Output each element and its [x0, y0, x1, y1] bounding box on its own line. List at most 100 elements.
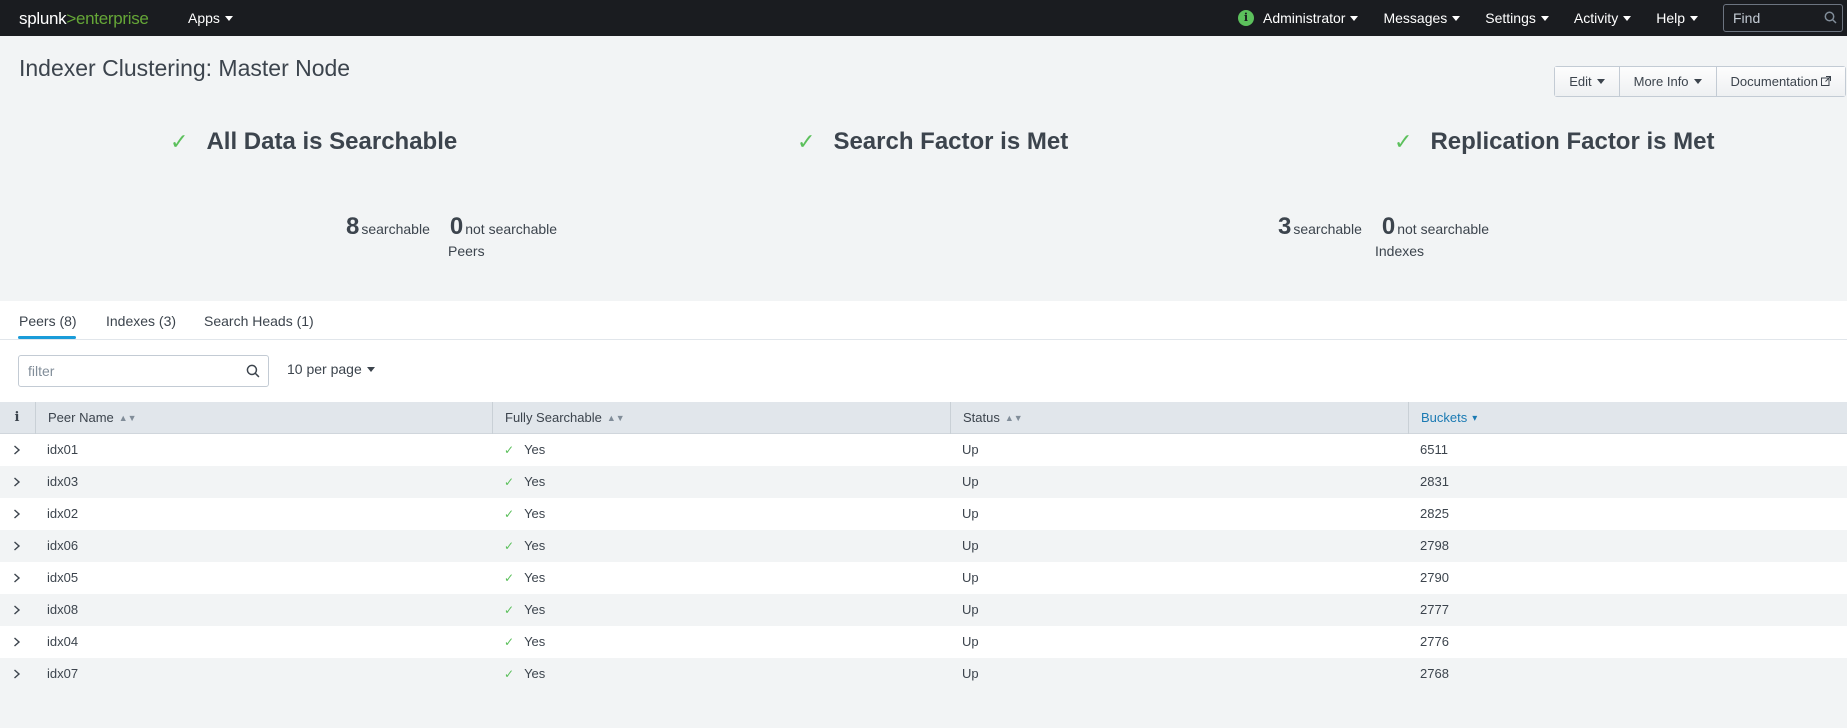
- checkmark-icon: ✓: [504, 443, 515, 457]
- table-row[interactable]: idx06 ✓ Yes Up 2798: [0, 530, 1847, 562]
- indexes-not-searchable-count: 0: [1381, 213, 1396, 240]
- search-factor-status: ✓ Search Factor is Met: [797, 128, 1068, 156]
- data-searchable-label: All Data is Searchable: [206, 128, 458, 155]
- status-header-label: Status: [963, 410, 1000, 425]
- search-icon: [246, 364, 260, 381]
- expand-row-chevron-right-icon[interactable]: [0, 658, 34, 690]
- search-factor-label: Search Factor is Met: [833, 128, 1069, 155]
- fully-searchable-value: Yes: [524, 506, 546, 521]
- expand-row-chevron-right-icon[interactable]: [0, 594, 34, 626]
- edit-button-label: Edit: [1569, 74, 1592, 89]
- fully-searchable-cell: ✓ Yes: [504, 562, 545, 594]
- fully-searchable-cell: ✓ Yes: [504, 434, 545, 466]
- table-row[interactable]: idx02 ✓ Yes Up 2825: [0, 498, 1847, 530]
- indexes-caption: Indexes: [1375, 243, 1425, 259]
- status-cell: Up: [962, 538, 979, 553]
- per-page-dropdown[interactable]: 10 per page: [287, 361, 375, 377]
- info-icon[interactable]: i: [1237, 10, 1254, 26]
- more-info-button[interactable]: More Info: [1619, 67, 1717, 96]
- indexes-stats: 3 searchable 0 not searchable: [1278, 213, 1509, 241]
- checkmark-icon: ✓: [504, 667, 515, 681]
- peers-searchable-count: 8: [346, 213, 360, 240]
- peer-name-cell: idx01: [47, 442, 79, 457]
- status-cell: Up: [962, 474, 979, 489]
- external-link-icon: [1821, 74, 1831, 89]
- table-row[interactable]: idx01 ✓ Yes Up 6511: [0, 434, 1847, 466]
- peer-name-cell: idx05: [47, 570, 79, 585]
- tab-peers[interactable]: Peers (8): [19, 313, 77, 329]
- activity-menu[interactable]: Activity: [1574, 10, 1632, 26]
- settings-menu[interactable]: Settings: [1485, 10, 1549, 26]
- administrator-menu-label: Administrator: [1262, 10, 1346, 26]
- table-body: idx01 ✓ Yes Up 6511 idx03 ✓ Yes Up 2831 idx02 ✓ Yes U…: [0, 434, 1847, 690]
- apps-menu[interactable]: Apps: [188, 10, 233, 26]
- filter-placeholder: filter: [28, 363, 55, 379]
- checkmark-icon: ✓: [504, 475, 515, 489]
- buckets-cell: 2798: [1420, 538, 1449, 553]
- indexes-searchable-label: searchable: [1293, 221, 1362, 237]
- documentation-button[interactable]: Documentation: [1716, 67, 1845, 96]
- fully-searchable-value: Yes: [524, 666, 546, 681]
- table-row[interactable]: idx07 ✓ Yes Up 2768: [0, 658, 1847, 690]
- fully-searchable-header-label: Fully Searchable: [505, 410, 602, 425]
- peers-searchable-label: searchable: [361, 221, 430, 237]
- find-search-input[interactable]: Find: [1723, 4, 1843, 32]
- fully-searchable-value: Yes: [524, 442, 546, 457]
- messages-menu-label: Messages: [1383, 10, 1448, 26]
- administrator-menu[interactable]: Administrator: [1262, 10, 1359, 26]
- table-row[interactable]: idx04 ✓ Yes Up 2776: [0, 626, 1847, 658]
- sort-icon: ▲▼: [606, 413, 625, 423]
- chevron-down-icon: [224, 16, 233, 21]
- buckets-cell: 2777: [1420, 602, 1449, 617]
- splunk-logo[interactable]: splunk>enterprise: [19, 9, 149, 29]
- expand-row-chevron-right-icon[interactable]: [0, 466, 34, 498]
- chevron-down-icon: [1623, 16, 1632, 21]
- tab-search-heads[interactable]: Search Heads (1): [204, 313, 314, 329]
- column-header-peer-name[interactable]: Peer Name ▲▼: [35, 402, 493, 434]
- column-header-buckets[interactable]: Buckets ▾: [1408, 402, 1847, 434]
- more-info-button-label: More Info: [1633, 74, 1689, 89]
- logo-splunk-text: splunk: [19, 9, 67, 28]
- expand-row-chevron-right-icon[interactable]: [0, 562, 34, 594]
- peer-name-cell: idx08: [47, 602, 79, 617]
- peers-table: i Peer Name ▲▼ Fully Searchable ▲▼ Status ▲…: [0, 402, 1847, 690]
- expand-row-chevron-right-icon[interactable]: [0, 626, 34, 658]
- table-row[interactable]: idx05 ✓ Yes Up 2790: [0, 562, 1847, 594]
- buckets-header-label: Buckets: [1421, 410, 1468, 425]
- top-navigation-bar: splunk>enterprise Apps i Administrator M…: [0, 0, 1847, 36]
- chevron-down-icon: [1690, 16, 1698, 21]
- fully-searchable-cell: ✓ Yes: [504, 626, 545, 658]
- page-title: Indexer Clustering: Master Node: [19, 55, 351, 81]
- logo-enterprise-text: enterprise: [75, 9, 149, 28]
- buckets-cell: 2768: [1420, 666, 1449, 681]
- chevron-down-icon: [1596, 79, 1605, 84]
- expand-row-chevron-right-icon[interactable]: [0, 498, 34, 530]
- column-header-fully-searchable[interactable]: Fully Searchable ▲▼: [492, 402, 950, 434]
- buckets-cell: 2776: [1420, 634, 1449, 649]
- edit-button[interactable]: Edit: [1555, 67, 1620, 96]
- expand-row-chevron-right-icon[interactable]: [0, 434, 34, 466]
- messages-menu[interactable]: Messages: [1383, 10, 1461, 26]
- checkmark-icon: ✓: [504, 635, 515, 649]
- sort-icon: ▲▼: [118, 413, 137, 423]
- fully-searchable-value: Yes: [524, 634, 546, 649]
- chevron-down-icon: [1540, 16, 1549, 21]
- filter-input[interactable]: filter: [18, 355, 269, 387]
- per-page-label: 10 per page: [287, 361, 362, 377]
- help-menu[interactable]: Help: [1656, 10, 1698, 26]
- table-controls: filter 10 per page: [0, 340, 1847, 402]
- tab-indexes[interactable]: Indexes (3): [106, 313, 176, 329]
- peers-caption: Peers: [448, 243, 485, 259]
- fully-searchable-value: Yes: [524, 538, 546, 553]
- indexes-not-searchable-label: not searchable: [1397, 221, 1490, 237]
- find-placeholder: Find: [1733, 10, 1761, 26]
- table-row[interactable]: idx03 ✓ Yes Up 2831: [0, 466, 1847, 498]
- checkmark-icon: ✓: [504, 539, 515, 553]
- active-tab-indicator: [18, 336, 76, 339]
- peers-not-searchable-count: 0: [449, 213, 464, 240]
- expand-row-chevron-right-icon[interactable]: [0, 530, 34, 562]
- table-row[interactable]: idx08 ✓ Yes Up 2777: [0, 594, 1847, 626]
- status-cell: Up: [962, 442, 979, 457]
- fully-searchable-value: Yes: [524, 602, 546, 617]
- column-header-status[interactable]: Status ▲▼: [950, 402, 1408, 434]
